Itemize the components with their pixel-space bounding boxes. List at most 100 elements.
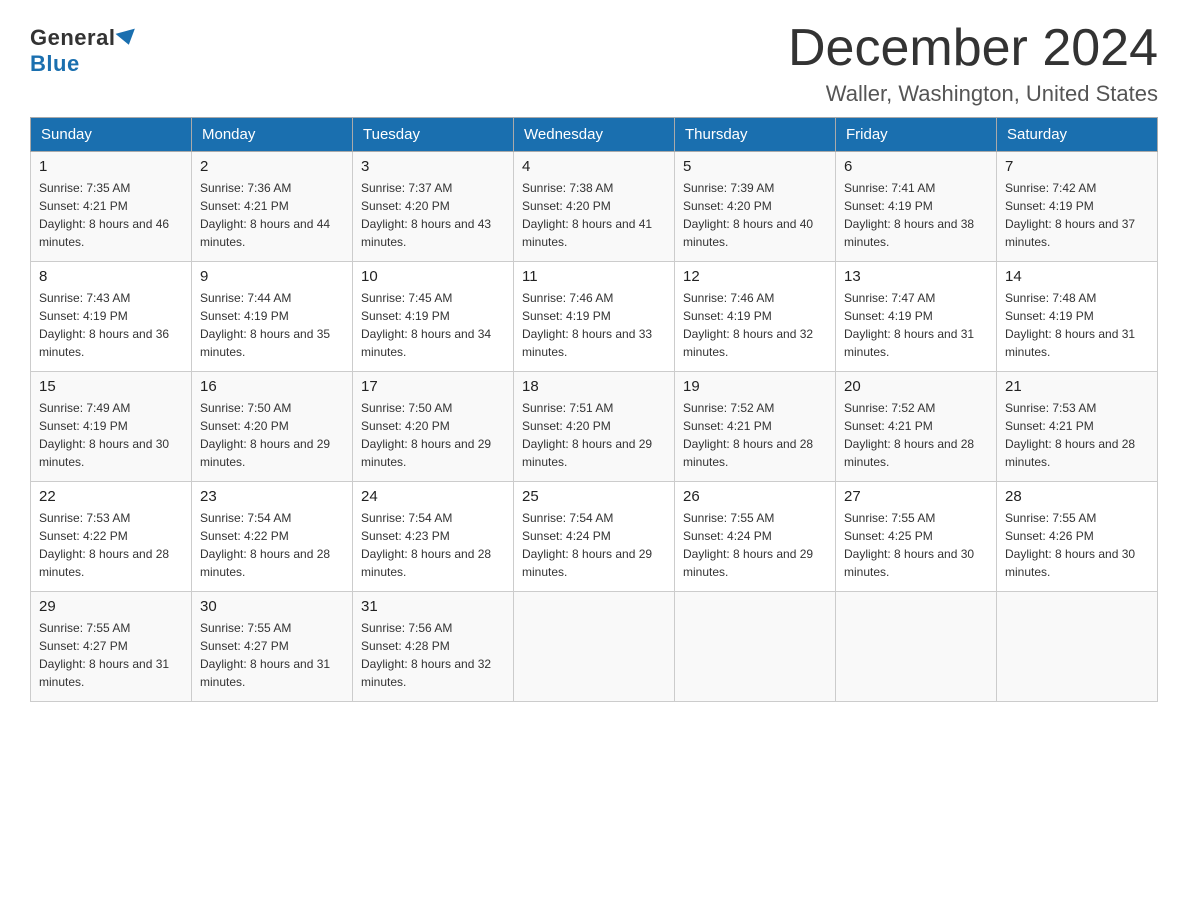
calendar-cell: 1Sunrise: 7:35 AMSunset: 4:21 PMDaylight…: [31, 152, 192, 262]
day-number: 22: [39, 488, 183, 505]
day-info: Sunrise: 7:45 AMSunset: 4:19 PMDaylight:…: [361, 289, 505, 361]
calendar-cell: [675, 592, 836, 702]
page-header: General Blue December 2024 Waller, Washi…: [30, 20, 1158, 107]
calendar-cell: 29 Sunrise: 7:55 AMSunset: 4:27 PMDayligh…: [31, 592, 192, 702]
calendar-cell: 22 Sunrise: 7:53 AMSunset: 4:22 PMDayligh…: [31, 482, 192, 592]
calendar-cell: 27 Sunrise: 7:55 AMSunset: 4:25 PMDayligh…: [836, 482, 997, 592]
day-info: Sunrise: 7:50 AMSunset: 4:20 PMDaylight:…: [361, 399, 505, 471]
weekday-header-wednesday: Wednesday: [514, 118, 675, 152]
calendar-cell: 26 Sunrise: 7:55 AMSunset: 4:24 PMDayligh…: [675, 482, 836, 592]
weekday-header-tuesday: Tuesday: [353, 118, 514, 152]
calendar-cell: 4 Sunrise: 7:38 AMSunset: 4:20 PMDaylight…: [514, 152, 675, 262]
calendar-cell: 17 Sunrise: 7:50 AMSunset: 4:20 PMDayligh…: [353, 372, 514, 482]
day-number: 26: [683, 488, 827, 505]
day-number: 17: [361, 378, 505, 395]
calendar-cell: 8 Sunrise: 7:43 AMSunset: 4:19 PMDaylight…: [31, 262, 192, 372]
logo-arrow-icon: [116, 29, 139, 48]
calendar-cell: 9 Sunrise: 7:44 AMSunset: 4:19 PMDaylight…: [192, 262, 353, 372]
logo-blue: Blue: [30, 51, 80, 76]
day-info: Sunrise: 7:55 AMSunset: 4:24 PMDaylight:…: [683, 509, 827, 581]
day-info: Sunrise: 7:56 AMSunset: 4:28 PMDaylight:…: [361, 619, 505, 691]
day-number: 10: [361, 268, 505, 285]
calendar-cell: 14 Sunrise: 7:48 AMSunset: 4:19 PMDayligh…: [997, 262, 1158, 372]
weekday-header-friday: Friday: [836, 118, 997, 152]
weekday-header-sunday: Sunday: [31, 118, 192, 152]
day-number: 27: [844, 488, 988, 505]
weekday-header-thursday: Thursday: [675, 118, 836, 152]
location-title: Waller, Washington, United States: [788, 81, 1158, 107]
day-info: Sunrise: 7:55 AMSunset: 4:25 PMDaylight:…: [844, 509, 988, 581]
calendar-cell: 2Sunrise: 7:36 AMSunset: 4:21 PMDaylight…: [192, 152, 353, 262]
day-number: 21: [1005, 378, 1149, 395]
calendar-cell: 21 Sunrise: 7:53 AMSunset: 4:21 PMDayligh…: [997, 372, 1158, 482]
calendar-cell: 28 Sunrise: 7:55 AMSunset: 4:26 PMDayligh…: [997, 482, 1158, 592]
calendar-cell: 20Sunrise: 7:52 AMSunset: 4:21 PMDayligh…: [836, 372, 997, 482]
day-number: 19: [683, 378, 827, 395]
day-info: Sunrise: 7:38 AMSunset: 4:20 PMDaylight:…: [522, 179, 666, 251]
month-title: December 2024: [788, 20, 1158, 77]
weekday-header-row: SundayMondayTuesdayWednesdayThursdayFrid…: [31, 118, 1158, 152]
day-number: 25: [522, 488, 666, 505]
calendar-cell: 24 Sunrise: 7:54 AMSunset: 4:23 PMDayligh…: [353, 482, 514, 592]
day-info: Sunrise: 7:36 AMSunset: 4:21 PMDaylight:…: [200, 179, 344, 251]
calendar-cell: 5 Sunrise: 7:39 AMSunset: 4:20 PMDaylight…: [675, 152, 836, 262]
day-info: Sunrise: 7:46 AMSunset: 4:19 PMDaylight:…: [522, 289, 666, 361]
day-info: Sunrise: 7:54 AMSunset: 4:22 PMDaylight:…: [200, 509, 344, 581]
day-info: Sunrise: 7:54 AMSunset: 4:24 PMDaylight:…: [522, 509, 666, 581]
calendar-cell: 31 Sunrise: 7:56 AMSunset: 4:28 PMDayligh…: [353, 592, 514, 702]
day-info: Sunrise: 7:54 AMSunset: 4:23 PMDaylight:…: [361, 509, 505, 581]
day-info: Sunrise: 7:53 AMSunset: 4:21 PMDaylight:…: [1005, 399, 1149, 471]
day-number: 8: [39, 268, 183, 285]
calendar-cell: 11Sunrise: 7:46 AMSunset: 4:19 PMDayligh…: [514, 262, 675, 372]
weekday-header-monday: Monday: [192, 118, 353, 152]
day-number: 5: [683, 158, 827, 175]
day-number: 31: [361, 598, 505, 615]
day-info: Sunrise: 7:55 AMSunset: 4:27 PMDaylight:…: [39, 619, 183, 691]
calendar-cell: 25 Sunrise: 7:54 AMSunset: 4:24 PMDayligh…: [514, 482, 675, 592]
day-info: Sunrise: 7:53 AMSunset: 4:22 PMDaylight:…: [39, 509, 183, 581]
day-info: Sunrise: 7:35 AMSunset: 4:21 PMDaylight:…: [39, 179, 183, 251]
day-number: 13: [844, 268, 988, 285]
day-info: Sunrise: 7:41 AMSunset: 4:19 PMDaylight:…: [844, 179, 988, 251]
calendar-cell: 12 Sunrise: 7:46 AMSunset: 4:19 PMDayligh…: [675, 262, 836, 372]
day-number: 29: [39, 598, 183, 615]
day-info: Sunrise: 7:44 AMSunset: 4:19 PMDaylight:…: [200, 289, 344, 361]
week-row-5: 29 Sunrise: 7:55 AMSunset: 4:27 PMDayligh…: [31, 592, 1158, 702]
day-number: 9: [200, 268, 344, 285]
week-row-2: 8 Sunrise: 7:43 AMSunset: 4:19 PMDaylight…: [31, 262, 1158, 372]
calendar-cell: [836, 592, 997, 702]
day-number: 30: [200, 598, 344, 615]
day-number: 7: [1005, 158, 1149, 175]
day-info: Sunrise: 7:55 AMSunset: 4:26 PMDaylight:…: [1005, 509, 1149, 581]
calendar-cell: 6 Sunrise: 7:41 AMSunset: 4:19 PMDaylight…: [836, 152, 997, 262]
day-number: 14: [1005, 268, 1149, 285]
calendar-cell: 30Sunrise: 7:55 AMSunset: 4:27 PMDayligh…: [192, 592, 353, 702]
calendar-cell: 23 Sunrise: 7:54 AMSunset: 4:22 PMDayligh…: [192, 482, 353, 592]
calendar-cell: 15Sunrise: 7:49 AMSunset: 4:19 PMDayligh…: [31, 372, 192, 482]
day-number: 4: [522, 158, 666, 175]
day-number: 24: [361, 488, 505, 505]
day-number: 12: [683, 268, 827, 285]
day-number: 3: [361, 158, 505, 175]
day-number: 28: [1005, 488, 1149, 505]
day-info: Sunrise: 7:42 AMSunset: 4:19 PMDaylight:…: [1005, 179, 1149, 251]
day-number: 15: [39, 378, 183, 395]
day-number: 18: [522, 378, 666, 395]
calendar-cell: [997, 592, 1158, 702]
day-info: Sunrise: 7:47 AMSunset: 4:19 PMDaylight:…: [844, 289, 988, 361]
day-info: Sunrise: 7:39 AMSunset: 4:20 PMDaylight:…: [683, 179, 827, 251]
day-info: Sunrise: 7:43 AMSunset: 4:19 PMDaylight:…: [39, 289, 183, 361]
day-info: Sunrise: 7:46 AMSunset: 4:19 PMDaylight:…: [683, 289, 827, 361]
day-info: Sunrise: 7:48 AMSunset: 4:19 PMDaylight:…: [1005, 289, 1149, 361]
calendar-cell: 18 Sunrise: 7:51 AMSunset: 4:20 PMDayligh…: [514, 372, 675, 482]
day-info: Sunrise: 7:51 AMSunset: 4:20 PMDaylight:…: [522, 399, 666, 471]
day-number: 23: [200, 488, 344, 505]
day-number: 16: [200, 378, 344, 395]
calendar-cell: 10 Sunrise: 7:45 AMSunset: 4:19 PMDayligh…: [353, 262, 514, 372]
day-number: 6: [844, 158, 988, 175]
day-info: Sunrise: 7:50 AMSunset: 4:20 PMDaylight:…: [200, 399, 344, 471]
calendar-cell: 3Sunrise: 7:37 AMSunset: 4:20 PMDaylight…: [353, 152, 514, 262]
logo-general: General: [30, 25, 115, 51]
calendar-cell: 16 Sunrise: 7:50 AMSunset: 4:20 PMDayligh…: [192, 372, 353, 482]
day-info: Sunrise: 7:52 AMSunset: 4:21 PMDaylight:…: [844, 399, 988, 471]
